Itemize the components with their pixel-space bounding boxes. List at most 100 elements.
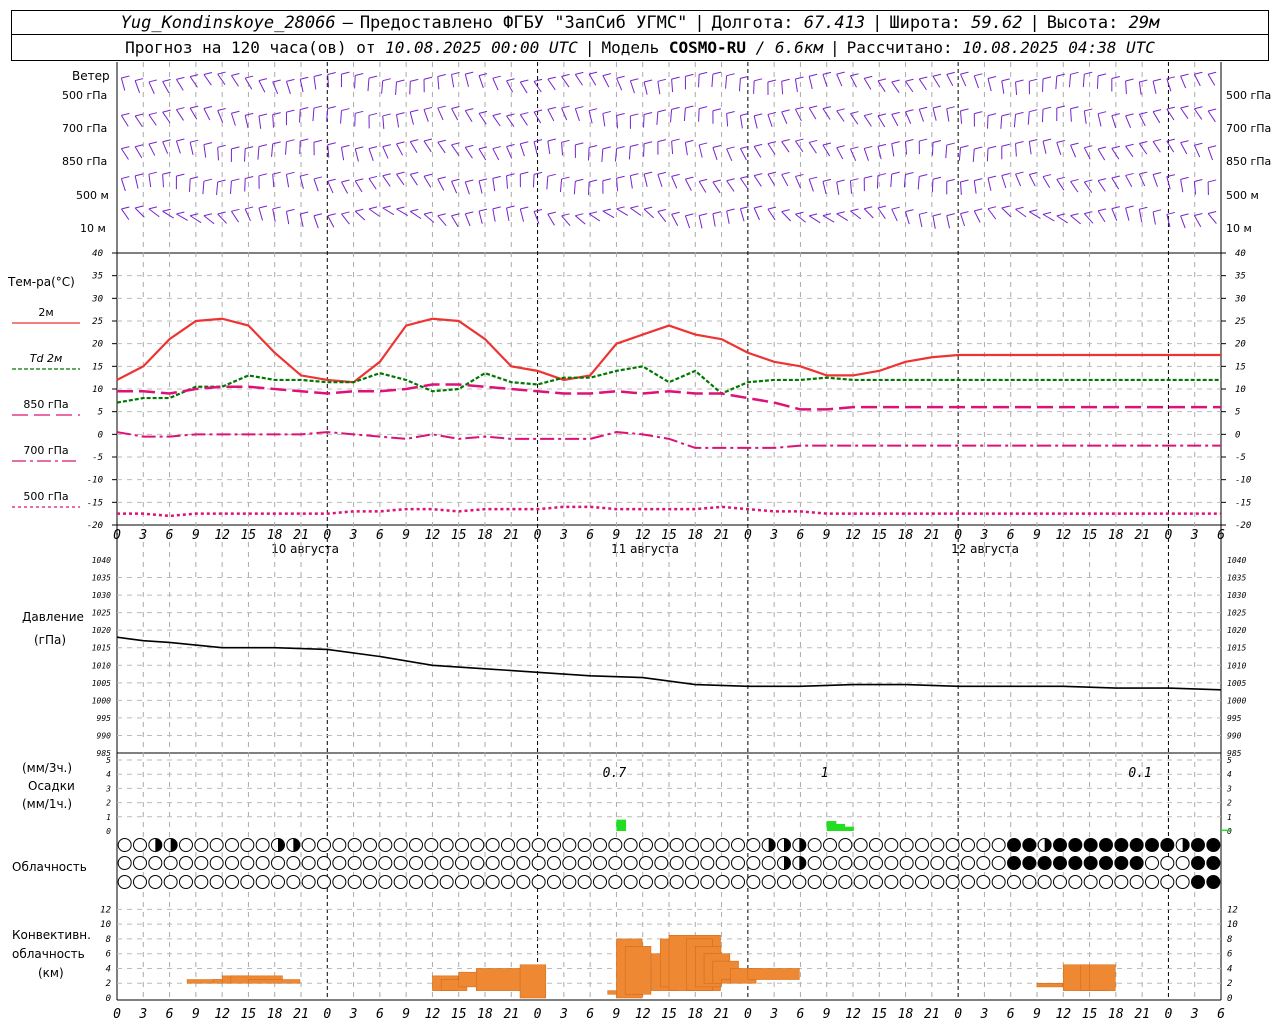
wind-barb-flag	[809, 73, 818, 77]
wind-barb	[1152, 174, 1158, 187]
wind-barb-flag	[809, 213, 818, 217]
wind-barb-flag	[327, 142, 336, 146]
wind-barb	[614, 148, 618, 162]
wind-barb-flag	[1097, 208, 1107, 212]
wind-barb	[863, 208, 874, 219]
wind-barb	[464, 147, 473, 159]
wind-barb-flag	[355, 146, 364, 150]
pressure-tick-label-right: 990	[1227, 731, 1242, 740]
wind-barb-flag	[1001, 78, 1010, 82]
cloud-symbol-half	[784, 838, 791, 852]
temp-tick-label: 25	[92, 317, 103, 327]
wind-barb	[698, 215, 703, 229]
hour-label-bottom: 18	[1108, 1007, 1124, 1022]
wind-barb	[905, 80, 914, 93]
cloud-symbol	[1129, 875, 1144, 889]
cloud-symbol	[378, 856, 393, 870]
wind-barb-flag	[423, 211, 433, 215]
wind-barb	[946, 215, 951, 229]
cloud-symbol	[1099, 875, 1113, 889]
wind-barb	[1097, 210, 1106, 223]
wind-barb-flag	[685, 73, 694, 77]
wind-barb	[162, 210, 174, 219]
wind-barb-flag	[355, 110, 364, 114]
wind-barb-flag	[286, 109, 295, 113]
wind-barb-flag	[740, 113, 749, 117]
wind-barb-flag	[231, 208, 240, 212]
wind-barb	[931, 179, 934, 193]
wind-barb	[120, 148, 129, 160]
wind-barb	[574, 108, 580, 122]
wind-barb-flag	[974, 111, 983, 115]
wind-barb-flag	[919, 76, 928, 80]
wind-barb	[1125, 175, 1133, 188]
wind-barb-flag	[1194, 71, 1203, 75]
wind-barb	[327, 144, 330, 158]
wind-barb-flag	[699, 142, 708, 146]
wind-barb-flag	[1001, 113, 1010, 117]
wind-barb-flag	[1207, 71, 1217, 75]
pressure-tick-label: 1035	[92, 574, 111, 583]
wind-barb-flag	[740, 175, 749, 179]
cloud-symbol	[1191, 875, 1205, 889]
wind-barb-flag	[148, 206, 158, 210]
wind-barb-flag	[410, 109, 419, 113]
cloud-symbol	[899, 838, 914, 852]
hour-label: 15	[871, 528, 887, 543]
pressure-tick-label: 1040	[92, 556, 111, 565]
conv-tick-label: 12	[100, 905, 111, 915]
wind-barb	[684, 178, 692, 191]
cloud-symbol	[715, 856, 730, 870]
cloud-symbol	[853, 838, 868, 852]
hour-label: 18	[1108, 528, 1124, 543]
cloud-symbol	[869, 875, 883, 889]
wind-barb-flag	[492, 146, 501, 150]
wind-barb-flag	[864, 75, 873, 79]
conv-tick-label: 4	[106, 964, 111, 974]
wind-barb-flag	[754, 113, 763, 117]
hour-label: 6	[586, 528, 594, 543]
conv-tick-label-right: 0	[1227, 994, 1232, 1004]
cloud-symbol	[255, 838, 270, 852]
precip-tick-label-right: 5	[1227, 756, 1232, 765]
wind-barb-flag	[671, 106, 680, 110]
wind-barb-flag	[176, 107, 185, 111]
cloud-symbol	[685, 875, 699, 889]
cloud-symbol	[148, 875, 163, 889]
wind-barb	[134, 146, 143, 159]
wind-barb-flag	[1056, 105, 1065, 109]
cloud-symbol	[807, 875, 822, 889]
wind-barb-flag	[919, 138, 928, 142]
wind-barb	[244, 208, 251, 222]
cloud-symbol	[577, 838, 592, 852]
wind-barb-flag	[699, 213, 708, 217]
conv-tick-label-right: 4	[1227, 964, 1232, 974]
wind-barb-flag	[313, 74, 323, 78]
cloud-symbol	[1068, 856, 1083, 870]
conv-bar	[519, 964, 547, 999]
wind-barb-flag	[685, 213, 694, 217]
wind-barb	[519, 143, 525, 157]
wind-barb	[451, 144, 460, 156]
cloud-symbol	[378, 838, 393, 852]
wind-barb-flag	[726, 208, 735, 212]
wind-barb-flag	[1070, 178, 1079, 182]
wind-barb	[629, 175, 633, 189]
wind-barb	[1001, 207, 1012, 218]
wind-barb-flag	[437, 105, 446, 109]
wind-barb	[1096, 75, 1099, 89]
cloud-symbol	[531, 856, 546, 870]
wind-barb	[313, 76, 317, 90]
wind-barb	[1193, 215, 1202, 228]
wind-barb	[781, 81, 784, 95]
wind-barb-flag	[561, 176, 570, 180]
wind-barb	[712, 147, 718, 161]
wind-barb	[849, 180, 853, 194]
wind-barb	[628, 146, 631, 160]
wind-barb	[395, 81, 398, 95]
wind-barb	[547, 213, 555, 226]
precip-tick-label: 4	[106, 770, 111, 779]
wind-barb	[946, 74, 954, 87]
cloud-symbol-half	[293, 838, 300, 852]
wind-barb	[738, 78, 741, 92]
